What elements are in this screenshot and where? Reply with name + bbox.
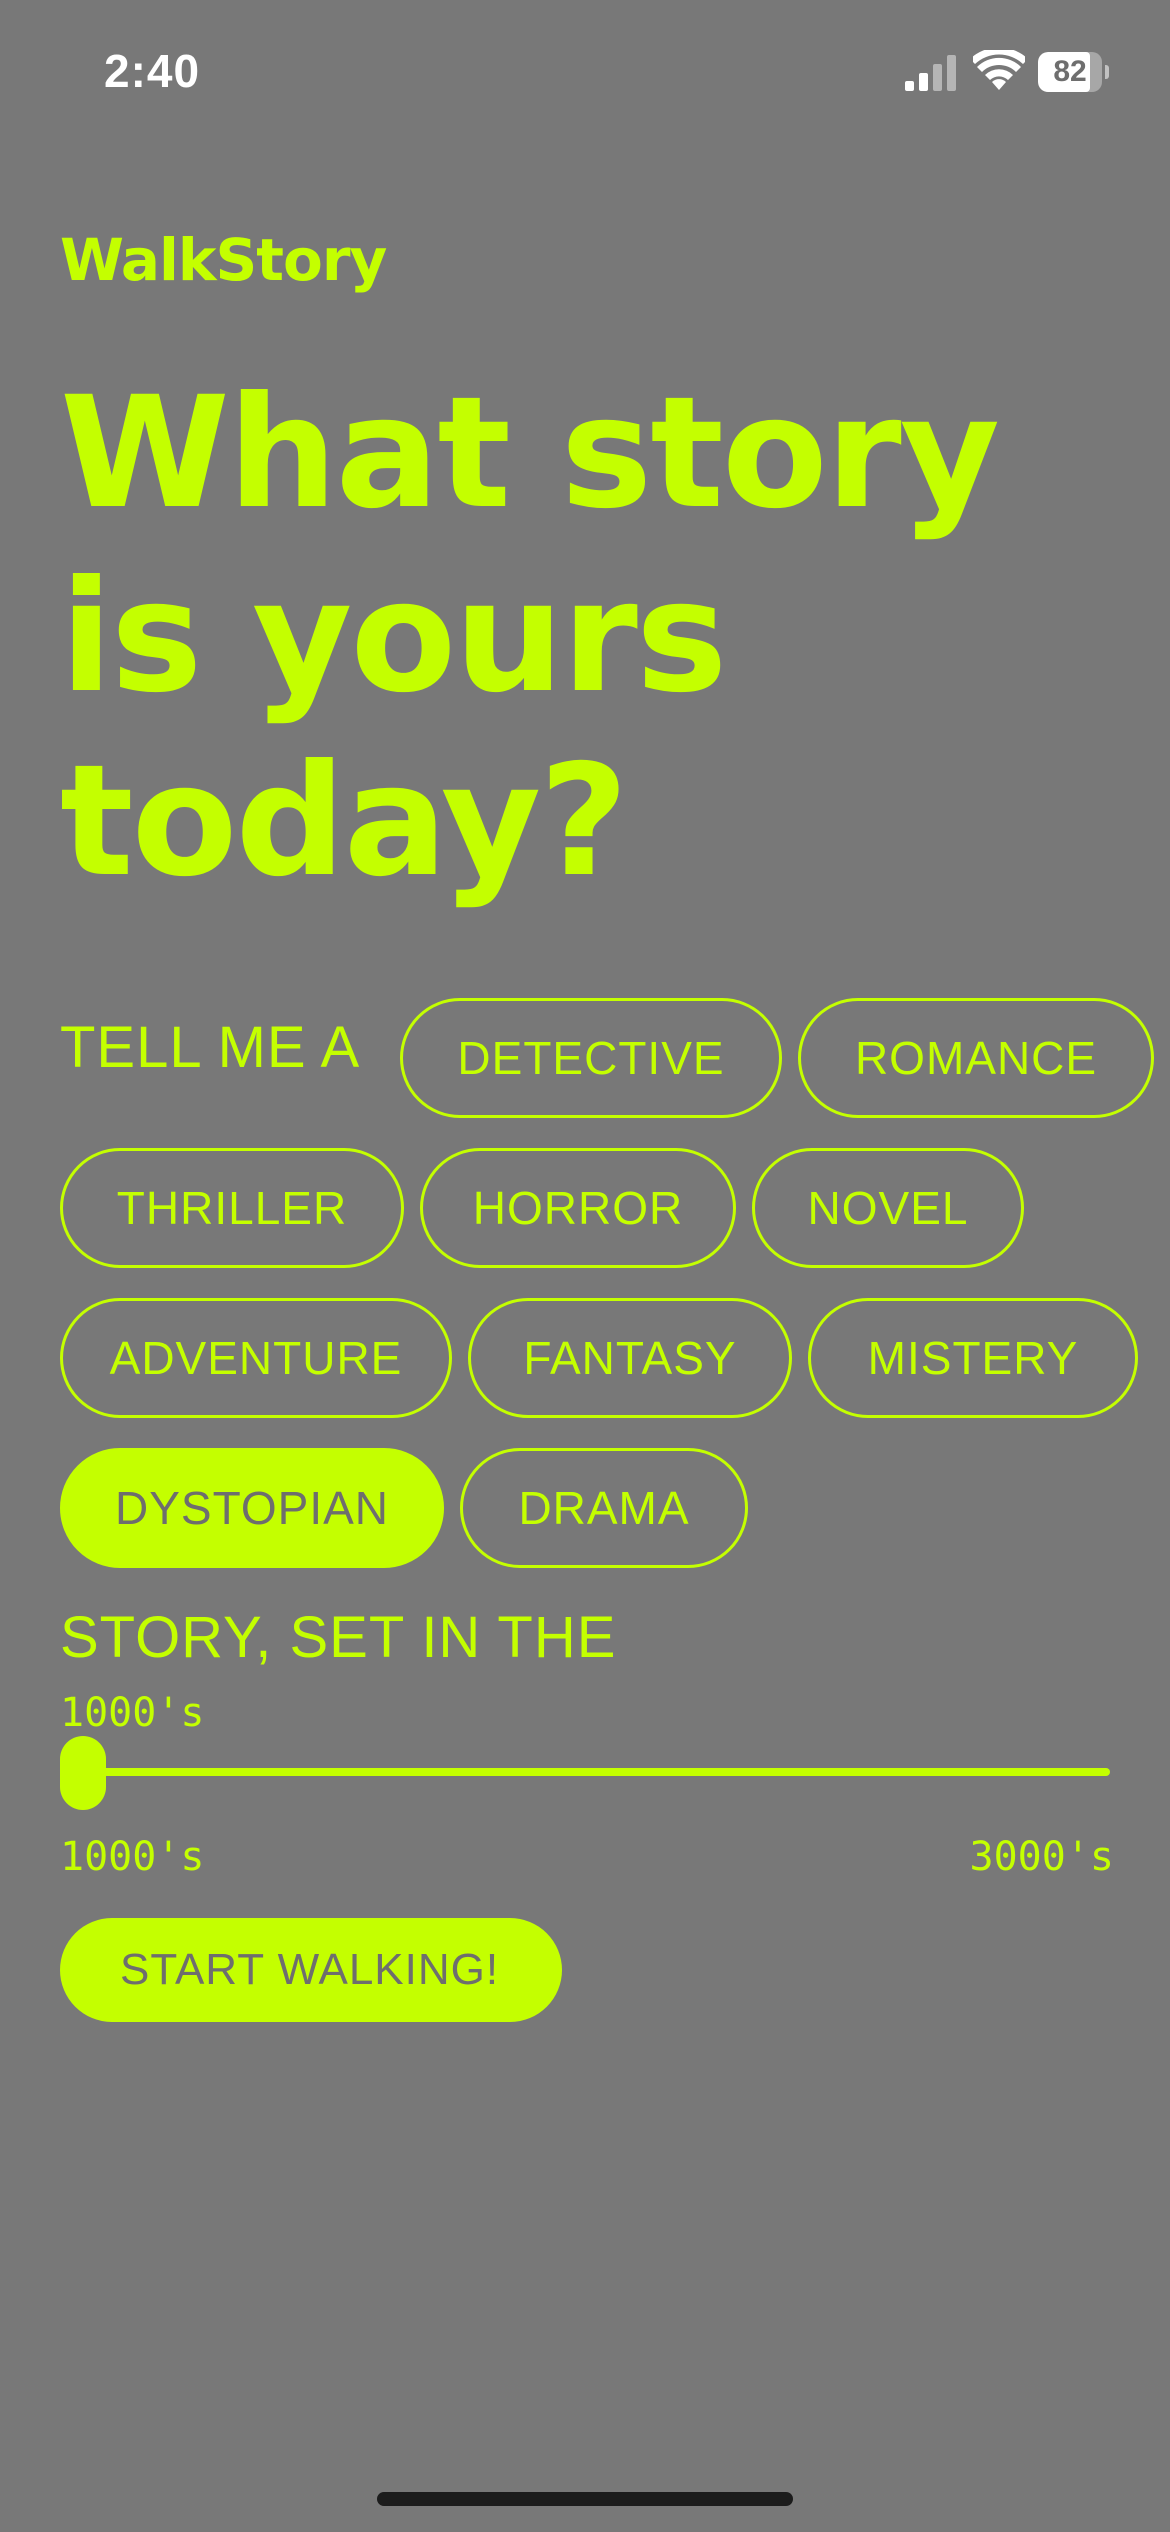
genre-chip-label: THRILLER (116, 1182, 348, 1234)
genre-chip-label: FANTASY (523, 1332, 737, 1384)
page-headline: What story is yours today? (60, 364, 1000, 911)
genre-chip-label: MISTERY (867, 1332, 1079, 1384)
genre-chip-novel[interactable]: NOVEL (752, 1148, 1024, 1268)
era-range-max-label: 3000's (969, 1834, 1115, 1880)
era-prompt-label: STORY, SET IN THE (60, 1605, 617, 1670)
genre-chip-detective[interactable]: DETECTIVE (400, 998, 782, 1118)
genre-chip-label: DYSTOPIAN (115, 1482, 389, 1534)
era-range-min-label: 1000's (60, 1834, 205, 1880)
genre-chip-mistery[interactable]: MISTERY (808, 1298, 1138, 1418)
era-current-value: 1000's (60, 1690, 205, 1736)
era-slider-track[interactable] (60, 1768, 1110, 1776)
genre-chip-drama[interactable]: DRAMA (460, 1448, 748, 1568)
battery-percentage: 82 (1053, 55, 1087, 88)
genre-chip-label: DRAMA (518, 1482, 690, 1534)
genre-chip-horror[interactable]: HORROR (420, 1148, 736, 1268)
genre-chip-fantasy[interactable]: FANTASY (468, 1298, 792, 1418)
wifi-icon (973, 50, 1025, 90)
home-indicator (377, 2492, 793, 2506)
start-walking-label: START WALKING! (120, 1945, 500, 1994)
genre-prompt-label: TELL ME A (60, 1015, 361, 1080)
start-walking-button[interactable]: START WALKING! (60, 1918, 562, 2022)
genre-chip-label: DETECTIVE (457, 1032, 725, 1084)
era-slider-thumb[interactable] (60, 1736, 106, 1810)
battery-icon: 82 (1038, 52, 1109, 92)
genre-chip-label: ADVENTURE (109, 1332, 403, 1384)
cellular-signal-icon (905, 55, 956, 91)
status-time: 2:40 (104, 45, 201, 97)
genre-chip-label: ROMANCE (854, 1032, 1098, 1084)
genre-chip-adventure[interactable]: ADVENTURE (60, 1298, 452, 1418)
genre-chip-dystopian[interactable]: DYSTOPIAN (60, 1448, 444, 1568)
app-logo: WalkStory (60, 226, 387, 294)
genre-chip-label: NOVEL (807, 1182, 969, 1234)
genre-chip-label: HORROR (472, 1182, 684, 1234)
genre-chip-thriller[interactable]: THRILLER (60, 1148, 404, 1268)
genre-chip-romance[interactable]: ROMANCE (798, 998, 1154, 1118)
